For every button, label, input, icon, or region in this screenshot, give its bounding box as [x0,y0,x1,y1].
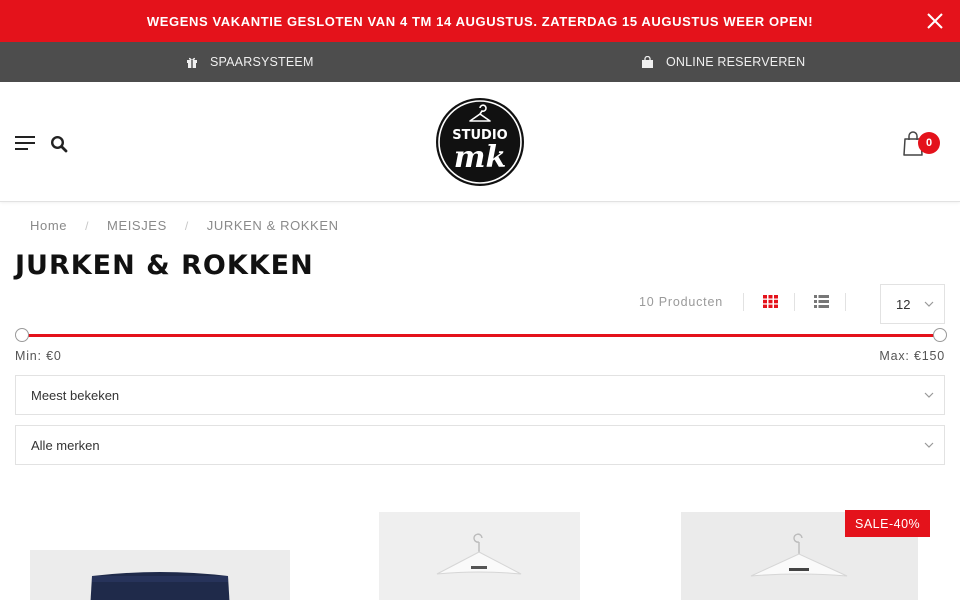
cart-count-badge: 0 [918,132,940,154]
sort-value: Meest bekeken [31,387,120,403]
logo-text-mk: mk [454,140,507,175]
search-icon[interactable] [50,135,68,153]
divider [794,293,795,311]
chevron-down-icon [924,442,934,448]
sale-badge: SALE-40% [845,510,931,537]
gift-icon [187,57,197,68]
per-page-value: 12 [896,296,911,312]
usp-bar: SPAARSYSTEEM ONLINE RESERVEREN [0,42,960,82]
cart-button[interactable]: 0 [903,128,943,158]
sort-select[interactable]: Meest bekeken [15,375,945,415]
announcement-text: WEGENS VAKANTIE GESLOTEN VAN 4 TM 14 AUG… [146,13,814,29]
breadcrumb-separator: / [85,218,90,233]
price-max-label: Max: €150 [879,349,945,363]
usp-item-spaarsysteem[interactable]: SPAARSYSTEEM [186,42,314,82]
breadcrumb-meisjes[interactable]: MEISJES [107,218,167,233]
product-image[interactable] [30,550,290,600]
brand-value: Alle merken [31,437,100,453]
hamburger-menu-icon[interactable] [15,135,35,151]
per-page-select[interactable]: 12 [880,284,945,324]
product-image[interactable] [379,512,580,600]
site-header: STUDIO mk 0 [0,82,960,202]
breadcrumb-separator: / [184,218,189,233]
divider [743,293,744,311]
product-card[interactable]: SALE-40% [645,490,945,600]
usp-item-online-reserveren[interactable]: ONLINE RESERVEREN [641,42,805,82]
studio-mk-logo[interactable]: STUDIO mk [435,97,525,187]
list-view-icon[interactable] [814,295,829,308]
page-title: JURKEN & ROKKEN [15,250,314,281]
chevron-down-icon [924,392,934,398]
announcement-bar: WEGENS VAKANTIE GESLOTEN VAN 4 TM 14 AUG… [0,0,960,42]
grid-view-icon[interactable] [763,295,778,308]
product-card[interactable] [330,490,630,600]
shopping-bag-icon [642,55,653,68]
close-icon[interactable] [926,12,944,30]
price-min-handle[interactable] [15,328,29,342]
product-count: 10 Producten [639,295,723,309]
price-min-label: Min: €0 [15,349,62,363]
breadcrumb: Home / MEISJES / JURKEN & ROKKEN [30,218,339,233]
usp-label: ONLINE RESERVEREN [666,55,806,69]
price-max-handle[interactable] [933,328,947,342]
breadcrumb-current[interactable]: JURKEN & ROKKEN [207,218,339,233]
divider [845,293,846,311]
breadcrumb-home[interactable]: Home [30,218,67,233]
product-card[interactable] [15,490,315,600]
chevron-down-icon [924,301,934,307]
price-range-track[interactable] [22,334,940,337]
brand-select[interactable]: Alle merken [15,425,945,465]
usp-label: SPAARSYSTEEM [210,55,314,69]
